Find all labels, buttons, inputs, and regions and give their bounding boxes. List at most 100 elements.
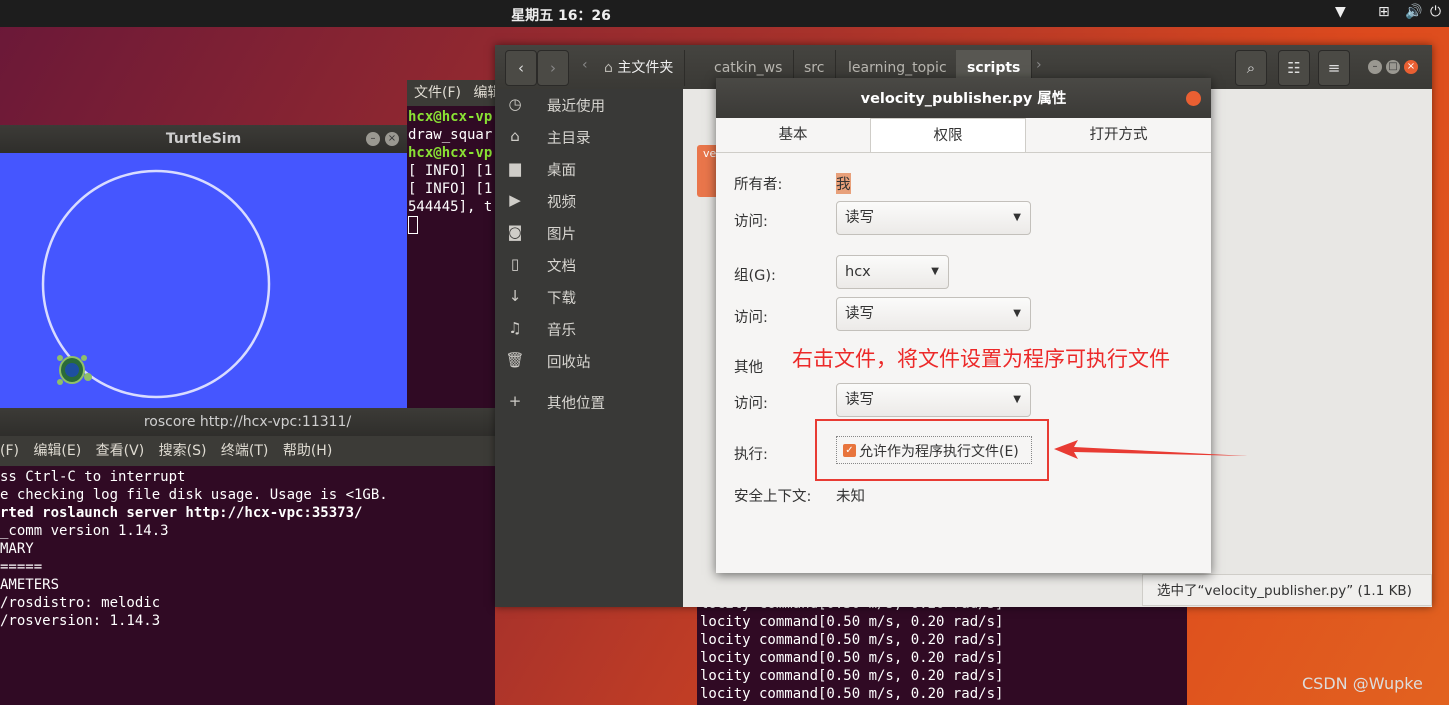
window-title: TurtleSim	[0, 125, 407, 153]
menu-file[interactable]: (F)	[0, 443, 19, 459]
close-icon[interactable]	[1186, 91, 1201, 106]
security-context-value: 未知	[836, 489, 865, 505]
execute-label: 执行:	[734, 447, 768, 463]
sidebar-item-trash[interactable]: 🗑 回收站	[495, 351, 683, 383]
terminal-line: locity command[0.50 m/s, 0.20 rad/s]	[700, 632, 1004, 648]
chevron-down-icon: ▼	[1013, 394, 1021, 405]
turtlesim-window[interactable]: TurtleSim – ×	[0, 125, 407, 408]
group-access-label: 访问:	[734, 310, 768, 326]
clock[interactable]: 星期五 16：26	[0, 5, 1122, 25]
security-context-label: 安全上下文:	[734, 489, 812, 505]
terminal-cursor	[408, 216, 418, 234]
maximize-icon[interactable]: □	[1386, 60, 1400, 74]
group-access-select[interactable]: 读写 ▼	[836, 297, 1031, 331]
back-button[interactable]: ‹	[505, 50, 537, 86]
chevron-down-icon: ▼	[1013, 212, 1021, 223]
power-icon[interactable]: ⏻	[1430, 4, 1441, 20]
sidebar-item-other-locations[interactable]: + 其他位置	[495, 392, 683, 424]
turtle-sprite	[57, 355, 92, 385]
chevron-down-icon: ▼	[931, 266, 939, 277]
scroll-right-icon[interactable]: ›	[1036, 57, 1042, 73]
minimize-icon[interactable]: –	[1368, 60, 1382, 74]
terminal-line: ss Ctrl-C to interrupt	[0, 469, 186, 485]
clock-icon: ◷	[508, 95, 522, 113]
sidebar-item-desktop[interactable]: ▆ 桌面	[495, 159, 683, 191]
sidebar-item-home[interactable]: ⌂ 主目录	[495, 127, 683, 159]
terminal-line: /rosversion: 1.14.3	[0, 613, 161, 629]
tab-bar: 基本 权限 打开方式	[716, 118, 1211, 153]
terminal-line: _comm version 1.14.3	[0, 523, 169, 539]
status-bar: 选中了“velocity_publisher.py” (1.1 KB)	[1142, 574, 1432, 606]
home-icon: ⌂	[604, 60, 618, 76]
menu-edit[interactable]: 编辑(E)	[33, 443, 81, 459]
close-icon[interactable]: ×	[385, 132, 399, 146]
search-icon: ⌕	[1246, 59, 1256, 77]
annotation-highlight-box	[815, 419, 1049, 481]
others-access-label: 访问:	[734, 396, 768, 412]
menu-help[interactable]: 帮助(H)	[283, 443, 332, 459]
terminal-line: locity command[0.50 m/s, 0.20 rad/s]	[700, 686, 1004, 702]
top-bar: 星期五 16：26 ▼ ⊞ 🔊 ⏻	[0, 0, 1449, 27]
sidebar-item-downloads[interactable]: ↓ 下载	[495, 287, 683, 319]
owner-access-select[interactable]: 读写 ▼	[836, 201, 1031, 235]
minimize-icon[interactable]: –	[366, 132, 380, 146]
dialog-title: velocity_publisher.py 属性	[716, 78, 1211, 118]
tab-open-with[interactable]: 打开方式	[1026, 118, 1211, 152]
terminal-line: [ INFO] [1	[408, 163, 493, 179]
search-button[interactable]: ⌕	[1235, 50, 1267, 86]
camera-icon: ◙	[507, 223, 523, 241]
menu-button[interactable]: ≡	[1318, 50, 1350, 86]
forward-button[interactable]: ›	[537, 50, 569, 86]
document-icon: ▯	[510, 255, 520, 273]
tab-permissions[interactable]: 权限	[870, 118, 1026, 152]
terminal-line: draw_squar	[408, 127, 493, 143]
dropdown-icon[interactable]: ▼	[1335, 4, 1346, 20]
sidebar-item-recent[interactable]: ◷ 最近使用	[495, 95, 683, 127]
terminal-line: locity command[0.50 m/s, 0.20 rad/s]	[700, 668, 1004, 684]
view-list-button[interactable]: ☷	[1278, 50, 1310, 86]
menu-view[interactable]: 查看(V)	[96, 443, 145, 459]
home-icon: ⌂	[510, 127, 520, 145]
annotation-arrow	[1054, 440, 1248, 459]
terminal-line: AMETERS	[0, 577, 60, 593]
terminal-line: locity command[0.50 m/s, 0.20 rad/s]	[700, 614, 1004, 630]
terminal-line: [ INFO] [1	[408, 181, 493, 197]
annotation-text: 右击文件，将文件设置为程序可执行文件	[792, 347, 1170, 371]
terminal-line: e checking log file disk usage. Usage is…	[0, 487, 388, 503]
terminal-line: MARY	[0, 541, 34, 557]
terminal-upper-output: hcx@hcx-vp draw_squar hcx@hcx-vp [ INFO]…	[408, 108, 492, 234]
window-title: roscore http://hcx-vpc:11311/	[0, 408, 495, 436]
list-view-icon: ☷	[1287, 59, 1301, 77]
watermark: CSDN @Wupke	[1302, 674, 1423, 693]
volume-icon[interactable]: 🔊	[1405, 4, 1422, 20]
sidebar-item-videos[interactable]: ▶ 视频	[495, 191, 683, 223]
sidebar-item-pictures[interactable]: ◙ 图片	[495, 223, 683, 255]
tab-basic[interactable]: 基本	[716, 118, 870, 152]
owner-label: 所有者:	[734, 177, 783, 193]
plus-icon: +	[508, 392, 522, 410]
roscore-terminal[interactable]: roscore http://hcx-vpc:11311/ (F) 编辑(E) …	[0, 408, 495, 705]
folder-icon: ▆	[509, 159, 521, 177]
breadcrumb-home[interactable]: ⌂ 主文件夹	[593, 50, 686, 86]
terminal-line: hcx@hcx-vp	[408, 109, 493, 125]
sidebar-item-documents[interactable]: ▯ 文档	[495, 255, 683, 287]
music-icon: ♫	[508, 319, 522, 337]
others-access-select[interactable]: 读写 ▼	[836, 383, 1031, 417]
terminal-lower-output: locity command[0.50 m/s, 0.20 rad/s] loc…	[700, 595, 1003, 703]
sidebar-item-music[interactable]: ♫ 音乐	[495, 319, 683, 351]
sidebar-list: ◷ 最近使用 ⌂ 主目录 ▆ 桌面 ▶ 视频 ◙ 图片 ▯ 文档 ↓ 下载 ♫ …	[495, 89, 683, 607]
terminal-line: rted roslaunch server http://hcx-vpc:353…	[0, 505, 363, 521]
chevron-down-icon: ▼	[1013, 308, 1021, 319]
group-select[interactable]: hcx ▼	[836, 255, 949, 289]
menu-file[interactable]: 文件(F)	[414, 85, 461, 101]
network-icon[interactable]: ⊞	[1378, 4, 1390, 20]
turtle-canvas	[41, 169, 271, 399]
properties-dialog[interactable]: velocity_publisher.py 属性 基本 权限 打开方式 所有者:…	[716, 78, 1211, 573]
close-icon[interactable]: ×	[1404, 60, 1418, 74]
menu-terminal[interactable]: 终端(T)	[221, 443, 268, 459]
menu-search[interactable]: 搜索(S)	[159, 443, 207, 459]
scroll-left-icon[interactable]: ‹	[582, 57, 588, 73]
terminal-lower[interactable]: locity command[0.50 m/s, 0.20 rad/s] loc…	[697, 595, 1187, 705]
menu-bar: (F) 编辑(E) 查看(V) 搜索(S) 终端(T) 帮助(H)	[0, 436, 495, 466]
roscore-output: ss Ctrl-C to interrupt e checking log fi…	[0, 468, 388, 630]
